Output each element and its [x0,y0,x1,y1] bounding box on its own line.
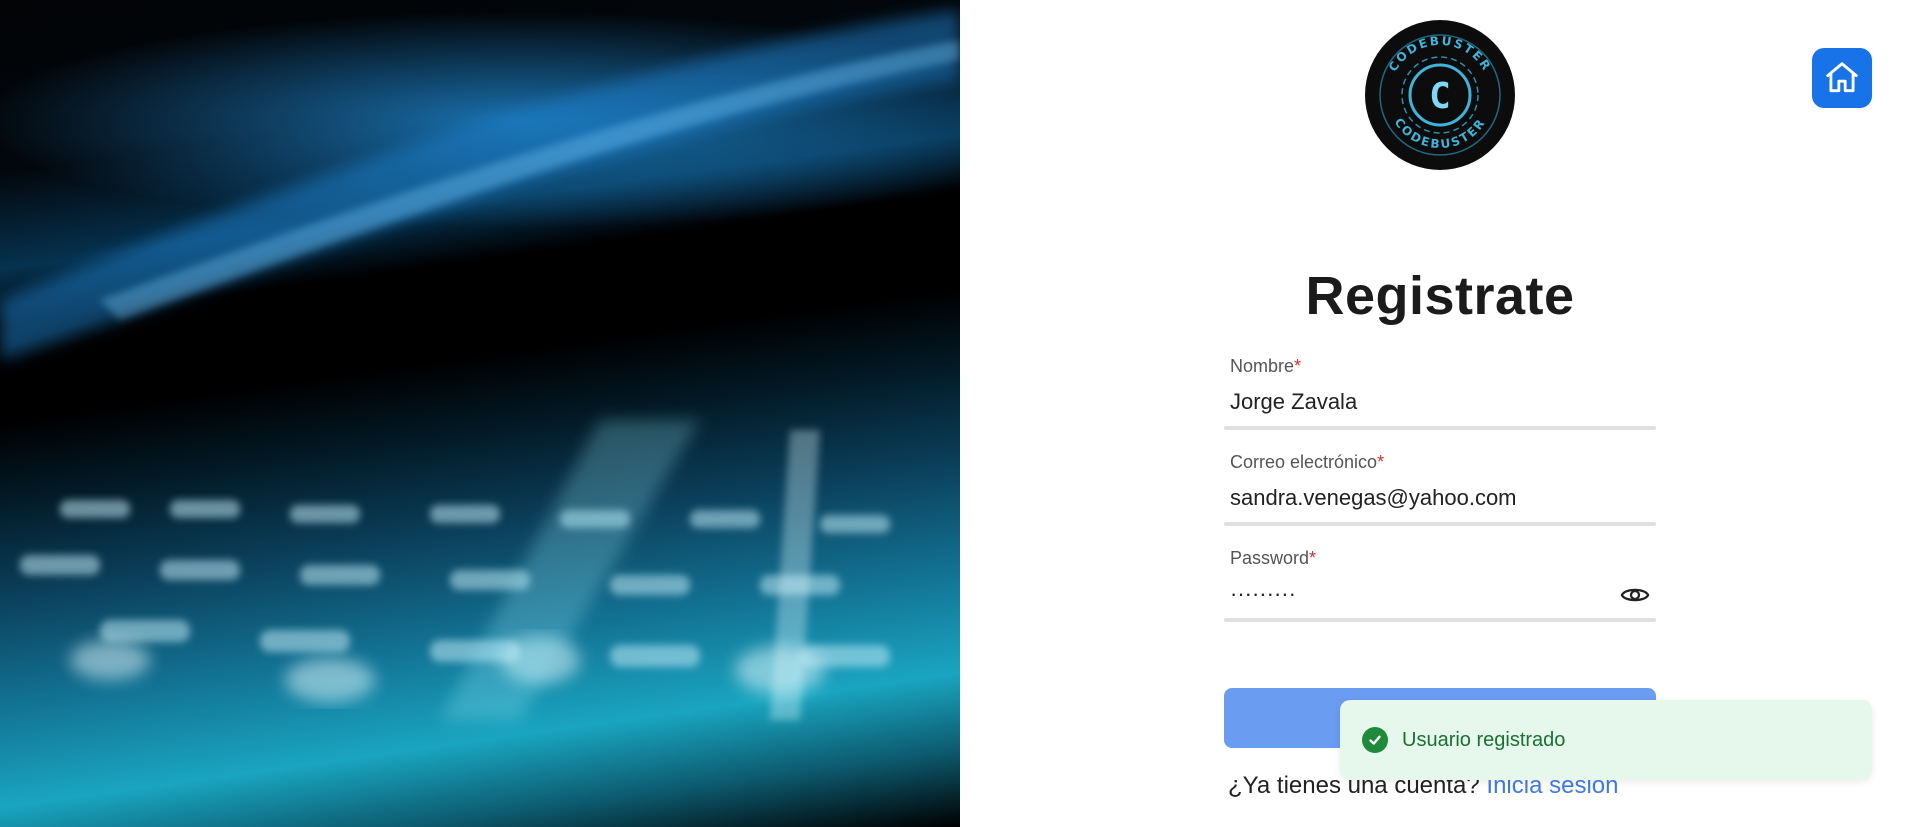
password-field: Password* [1224,548,1656,622]
hero-image [0,0,960,827]
page-title: Registrate [1305,266,1575,326]
email-underline [1224,522,1656,526]
keyboard-illustration [0,10,960,720]
codebuster-logo: CODEBUSTER CODEBUSTER C [1365,20,1515,170]
password-label: Password* [1230,548,1317,568]
success-toast: Usuario registrado [1340,700,1872,780]
password-input[interactable] [1224,574,1656,614]
name-label: Nombre* [1230,356,1302,376]
name-input[interactable] [1224,382,1656,422]
svg-text:CODEBUSTER: CODEBUSTER [1392,115,1489,151]
home-icon [1826,62,1858,93]
email-label: Correo electrónico* [1230,452,1385,472]
email-field: Correo electrónico* [1224,452,1656,526]
logo-text-bottom: CODEBUSTER [1392,115,1487,151]
home-button[interactable] [1812,48,1872,108]
toast-message: Usuario registrado [1402,728,1566,751]
check-circle-icon [1362,727,1388,753]
eye-icon[interactable] [1620,580,1650,610]
register-form: Registrate Nombre* Correo electrónico* P… [1224,260,1656,799]
password-underline [1224,618,1656,622]
svg-text:CODEBUSTER: CODEBUSTER [1386,34,1494,74]
name-field: Nombre* [1224,356,1656,430]
name-underline [1224,426,1656,430]
logo-text-top: CODEBUSTER [1386,34,1492,74]
logo-letter: C [1429,76,1451,117]
email-input[interactable] [1224,478,1656,518]
